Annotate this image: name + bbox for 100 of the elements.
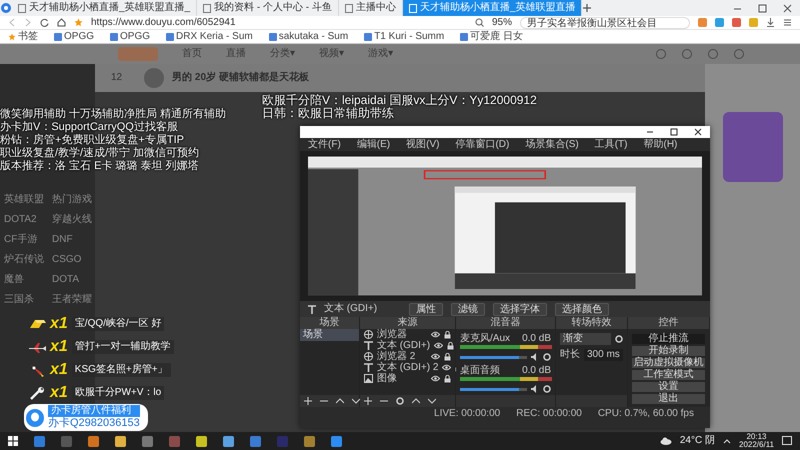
bookmark[interactable]: 书签 xyxy=(8,30,38,42)
app-icon[interactable] xyxy=(223,436,234,446)
search-icon[interactable] xyxy=(474,18,484,27)
category-link[interactable]: CSGO xyxy=(52,254,92,266)
app-icon[interactable] xyxy=(115,436,126,446)
move-up-icon[interactable] xyxy=(412,397,420,405)
settings-icon[interactable] xyxy=(615,335,623,343)
zoom-level[interactable]: 95% xyxy=(492,16,512,28)
category-link[interactable]: DOTA xyxy=(52,274,92,286)
maximize-icon[interactable] xyxy=(670,128,678,136)
speaker-icon[interactable] xyxy=(531,353,539,361)
control-button[interactable]: 启动虚拟摄像机 xyxy=(632,358,705,368)
source-item[interactable]: 文本 (GDI+) 2 xyxy=(377,362,438,374)
dock-header: 场景 xyxy=(300,317,359,329)
source-item[interactable]: 浏览器 2 xyxy=(377,350,427,362)
new-tab-icon[interactable] xyxy=(582,3,592,13)
clock-time[interactable]: 20:13 xyxy=(739,433,774,441)
reload-icon[interactable] xyxy=(40,18,49,27)
control-button[interactable]: 设置 xyxy=(632,382,705,392)
bookmark[interactable]: OPGG xyxy=(54,30,94,42)
category-link[interactable]: 穿越火线 xyxy=(52,214,92,226)
control-button[interactable]: 工作室模式 xyxy=(632,370,705,380)
menu-item[interactable]: 文件(F) xyxy=(308,138,341,150)
rocket-gift-icon xyxy=(28,362,46,376)
clock-date[interactable]: 2022/6/11 xyxy=(739,441,774,449)
menu-item[interactable]: 帮助(H) xyxy=(643,138,678,150)
download-icon[interactable] xyxy=(766,18,775,27)
menu-icon[interactable] xyxy=(783,18,792,27)
app-icon[interactable] xyxy=(304,436,315,446)
add-icon[interactable] xyxy=(304,397,312,405)
close-icon[interactable] xyxy=(694,128,702,136)
source-item[interactable]: 文本 (GDI+) xyxy=(377,340,430,352)
toolbar-button[interactable]: 属性 xyxy=(409,302,444,316)
app-icon[interactable] xyxy=(142,436,153,446)
page-icon xyxy=(18,4,26,12)
settings-icon[interactable] xyxy=(543,385,551,393)
lock-icon[interactable] xyxy=(444,352,451,360)
app-icon[interactable] xyxy=(250,436,261,446)
bookmark[interactable]: T1 Kuri - Summ xyxy=(364,30,444,42)
control-button[interactable]: 开始录制 xyxy=(632,346,705,356)
transition-select[interactable]: 渐变 xyxy=(560,333,611,345)
scene-item[interactable]: 场景 xyxy=(300,329,359,341)
category-link[interactable]: DOTA2 xyxy=(4,214,44,226)
bookmark[interactable]: sakutaka - Sum xyxy=(268,30,348,42)
star-icon[interactable] xyxy=(74,18,83,27)
bookmark[interactable]: 可爱鹿 日女 xyxy=(460,30,523,42)
cpu-status: CPU: 0.7%, 60.00 fps xyxy=(598,408,694,420)
toolbar-button[interactable]: 选择字体 xyxy=(493,302,548,316)
settings-icon[interactable] xyxy=(543,353,551,361)
close-icon[interactable] xyxy=(783,4,792,12)
url-text[interactable]: https://www.douyu.com/6052941 xyxy=(91,16,236,28)
category-link[interactable]: DNF xyxy=(52,234,92,246)
control-button[interactable]: 停止推流 xyxy=(632,334,705,344)
eye-icon[interactable] xyxy=(434,342,444,349)
bookmark[interactable]: OPGG xyxy=(110,30,150,42)
bookmark[interactable]: DRX Keria - Sum xyxy=(166,30,253,42)
settings-icon[interactable] xyxy=(396,397,404,405)
eye-icon[interactable] xyxy=(431,353,440,360)
category-link[interactable]: 王者荣耀 xyxy=(52,294,92,306)
home-icon[interactable] xyxy=(57,18,66,27)
lock-icon[interactable] xyxy=(444,374,451,382)
notification-icon[interactable] xyxy=(782,436,792,446)
category-link[interactable]: 热门游戏 xyxy=(52,194,92,206)
lock-icon[interactable] xyxy=(444,330,451,338)
eye-icon[interactable] xyxy=(431,375,440,382)
eye-icon[interactable] xyxy=(431,331,440,338)
app-icon[interactable] xyxy=(88,436,99,446)
source-item[interactable]: 图像 xyxy=(377,372,427,384)
move-up-icon[interactable] xyxy=(336,397,344,405)
menu-item[interactable]: 视图(V) xyxy=(406,138,440,150)
chevron-up-icon[interactable] xyxy=(723,438,731,444)
app-icon[interactable] xyxy=(34,436,45,446)
category-link[interactable]: CF手游 xyxy=(4,234,44,246)
lock-icon[interactable] xyxy=(447,342,454,350)
toolbar-button[interactable]: 滤镜 xyxy=(451,302,486,316)
source-item[interactable]: 浏览器 xyxy=(377,328,427,340)
menu-item[interactable]: 工具(T) xyxy=(594,138,628,150)
menu-item[interactable]: 编辑(E) xyxy=(356,138,390,150)
speaker-icon[interactable] xyxy=(531,385,539,393)
menu-item[interactable]: 场景集合(S) xyxy=(525,138,579,150)
menu-item[interactable]: 停靠窗口(D) xyxy=(455,138,510,150)
windows-start-icon[interactable] xyxy=(8,436,18,446)
eye-icon[interactable] xyxy=(442,364,452,371)
browser-tab[interactable]: 天才辅助杨小栖直播_英雄联盟直播 xyxy=(402,0,582,16)
category-link[interactable]: 魔兽 xyxy=(4,274,44,286)
move-down-icon[interactable] xyxy=(352,397,360,405)
weather-text: 24°C 阴 xyxy=(680,435,715,447)
bookmark-icon xyxy=(54,32,62,40)
duration-field[interactable]: 300 ms xyxy=(584,349,623,361)
app-icon[interactable] xyxy=(331,436,342,446)
app-icon[interactable] xyxy=(196,436,207,446)
control-button[interactable]: 退出 xyxy=(632,394,705,404)
add-icon[interactable] xyxy=(364,397,372,405)
move-down-icon[interactable] xyxy=(428,397,436,405)
stream-note-line: 微笑御用辅助 十万场辅助净胜局 精通所有辅助 xyxy=(0,108,226,120)
maximize-icon[interactable] xyxy=(758,4,767,12)
toolbar-button[interactable]: 选择颜色 xyxy=(555,302,610,316)
category-link[interactable]: 炉石传说 xyxy=(4,254,44,266)
category-link[interactable]: 英雄联盟 xyxy=(4,194,44,206)
category-link[interactable]: 三国杀 xyxy=(4,294,44,306)
